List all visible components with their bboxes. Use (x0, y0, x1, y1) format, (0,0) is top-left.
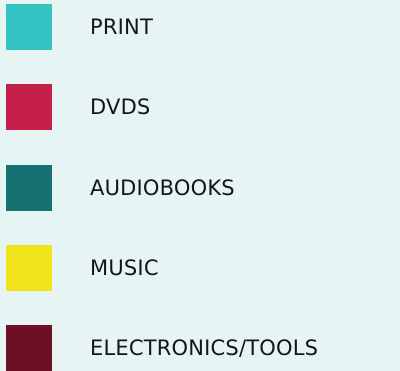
legend-item-dvds: DVDS (0, 84, 400, 130)
legend-label-dvds: DVDS (90, 95, 151, 119)
legend-swatch-dvds (6, 84, 52, 130)
legend-label-print: PRINT (90, 15, 153, 39)
legend-label-music: MUSIC (90, 256, 159, 280)
legend-item-music: MUSIC (0, 245, 400, 291)
legend-swatch-audiobooks (6, 165, 52, 211)
legend-label-audiobooks: AUDIOBOOKS (90, 176, 235, 200)
legend-label-electronics-tools: ELECTRONICS/TOOLS (90, 336, 319, 360)
chart-legend: PRINT DVDS AUDIOBOOKS MUSIC ELECTRONICS/… (0, 0, 400, 371)
legend-item-audiobooks: AUDIOBOOKS (0, 165, 400, 211)
legend-item-electronics-tools: ELECTRONICS/TOOLS (0, 325, 400, 371)
legend-item-print: PRINT (0, 4, 400, 50)
legend-swatch-music (6, 245, 52, 291)
legend-swatch-print (6, 4, 52, 50)
legend-swatch-electronics-tools (6, 325, 52, 371)
